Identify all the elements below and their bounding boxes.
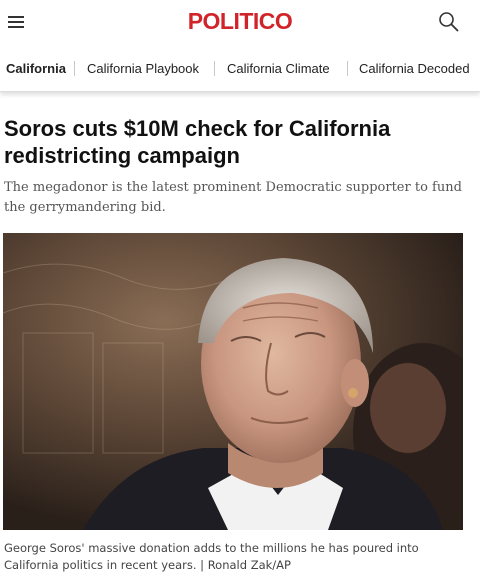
site-header: POLITICO [0, 0, 480, 47]
subnav-item-california-decoded[interactable]: California Decoded [359, 46, 470, 91]
subnav-item-california[interactable]: California [6, 46, 66, 91]
photo-caption: George Soros' massive donation adds to t… [4, 541, 419, 572]
search-icon[interactable] [438, 11, 460, 33]
subnav-divider [74, 61, 75, 76]
article-dek: The megadonor is the latest prominent De… [4, 180, 462, 215]
subnav-item-california-climate[interactable]: California Climate [227, 46, 330, 91]
subnav-divider [347, 61, 348, 76]
article-photo [3, 233, 463, 530]
subnav-item-california-playbook[interactable]: California Playbook [87, 46, 199, 91]
subnav-divider [214, 61, 215, 76]
politico-logo[interactable]: POLITICO [0, 8, 480, 35]
article-headline: Soros cuts $10M check for California red… [4, 116, 391, 168]
section-subnav: California California Playbook Californi… [0, 46, 480, 92]
